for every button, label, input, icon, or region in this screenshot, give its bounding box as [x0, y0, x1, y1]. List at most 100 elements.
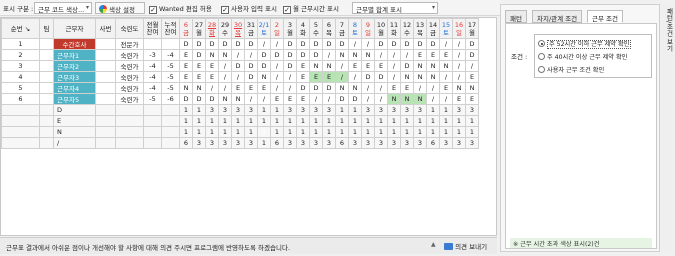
summary-cell[interactable]: 3 [244, 137, 258, 149]
summary-empty[interactable] [95, 104, 116, 116]
summary-cell[interactable]: 1 [335, 126, 349, 138]
chevron-up-icon[interactable]: ▲ [431, 241, 436, 248]
summary-cell[interactable]: 1 [218, 126, 232, 138]
shift-cell[interactable]: D [205, 38, 219, 50]
sum-select[interactable]: 근무별 합계 표시 ▾ [352, 2, 438, 14]
summary-empty[interactable] [143, 126, 162, 138]
summary-cell[interactable]: 3 [387, 137, 401, 149]
day-header[interactable]: 30 목 [231, 18, 245, 39]
summary-empty[interactable] [39, 115, 54, 127]
summary-cell[interactable]: 3 [361, 137, 375, 149]
summary-empty[interactable] [1, 126, 40, 138]
row-worker[interactable]: 근무자1 [53, 49, 96, 61]
shift-cell[interactable]: N [452, 82, 466, 94]
day-header[interactable]: 16 일 [452, 18, 466, 39]
shift-cell[interactable]: D [400, 38, 414, 50]
shift-cell[interactable]: E [296, 60, 310, 72]
shift-cell[interactable]: D [387, 38, 401, 50]
user-input-checkbox[interactable]: ✓ 사용자 입력 표시 [221, 2, 277, 14]
shift-cell[interactable]: / [218, 71, 232, 83]
summary-cell[interactable]: 1 [231, 115, 245, 127]
row-emp-no[interactable] [95, 71, 116, 83]
summary-empty[interactable] [39, 104, 54, 116]
shift-cell[interactable]: D [192, 93, 206, 105]
summary-cell[interactable]: 3 [231, 137, 245, 149]
summary-cell[interactable]: 1 [296, 126, 310, 138]
shift-cell[interactable]: E [387, 82, 401, 94]
shift-cell[interactable]: E [283, 93, 297, 105]
summary-cell[interactable]: 3 [348, 137, 362, 149]
row-seq[interactable]: 2 [1, 49, 40, 61]
summary-cell[interactable]: 3 [413, 137, 427, 149]
row-prev-carry[interactable] [143, 38, 162, 50]
day-header[interactable]: 27 월 [192, 18, 206, 39]
shift-cell[interactable]: N [400, 71, 414, 83]
summary-empty[interactable] [1, 137, 40, 149]
shift-cell[interactable]: E [179, 49, 193, 61]
day-header[interactable]: 9일 [361, 18, 375, 39]
summary-empty[interactable] [143, 104, 162, 116]
summary-cell[interactable]: 1 [205, 115, 219, 127]
shift-cell[interactable]: / [465, 60, 479, 72]
shift-cell[interactable]: / [426, 93, 440, 105]
shift-cell[interactable]: / [218, 82, 232, 94]
shift-cell[interactable]: E [439, 49, 453, 61]
shift-cell[interactable]: D [309, 82, 323, 94]
day-header[interactable]: 8토 [348, 18, 362, 39]
summary-cell[interactable]: 6 [426, 137, 440, 149]
shift-cell[interactable]: D [296, 49, 310, 61]
row-prev-carry[interactable]: -3 [143, 49, 162, 61]
shift-cell[interactable]: / [374, 82, 388, 94]
shift-cell[interactable]: / [374, 49, 388, 61]
summary-cell[interactable]: 3 [387, 104, 401, 116]
summary-cell[interactable]: 1 [452, 115, 466, 127]
col-prev-carry[interactable]: 전월 잔여 [143, 18, 162, 39]
summary-empty[interactable] [161, 137, 180, 149]
shift-cell[interactable]: / [387, 71, 401, 83]
summary-empty[interactable] [115, 126, 144, 138]
row-seq[interactable]: 1 [1, 38, 40, 50]
summary-cell[interactable]: 3 [374, 137, 388, 149]
col-worker[interactable]: 근무자 [53, 18, 96, 39]
summary-cell[interactable]: 1 [439, 115, 453, 127]
row-seq[interactable]: 3 [1, 60, 40, 72]
summary-cell[interactable]: 3 [296, 137, 310, 149]
summary-cell[interactable]: 1 [270, 104, 284, 116]
shift-cell[interactable]: / [439, 93, 453, 105]
shift-cell[interactable]: D [465, 38, 479, 50]
row-team[interactable] [39, 93, 54, 105]
shift-cell[interactable]: / [335, 71, 349, 83]
summary-cell[interactable]: 1 [387, 126, 401, 138]
row-team[interactable] [39, 82, 54, 94]
shift-cell[interactable]: D [231, 60, 245, 72]
shift-cell[interactable]: / [452, 49, 466, 61]
shift-cell[interactable]: N [439, 60, 453, 72]
shift-cell[interactable]: E [192, 60, 206, 72]
day-header[interactable]: 3월 [283, 18, 297, 39]
summary-empty[interactable] [1, 104, 40, 116]
summary-cell[interactable]: 1 [348, 126, 362, 138]
summary-cell[interactable]: 1 [413, 126, 427, 138]
summary-cell[interactable]: 3 [452, 104, 466, 116]
summary-cell[interactable]: 1 [179, 104, 193, 116]
summary-cell[interactable]: 1 [413, 115, 427, 127]
shift-cell[interactable]: / [322, 49, 336, 61]
summary-cell[interactable]: 1 [192, 126, 206, 138]
shift-cell[interactable]: D [231, 38, 245, 50]
summary-cell[interactable]: 3 [205, 137, 219, 149]
shift-cell[interactable]: D [257, 49, 271, 61]
summary-empty[interactable] [143, 137, 162, 149]
shift-cell[interactable]: D [257, 60, 271, 72]
shift-cell[interactable]: / [270, 60, 284, 72]
day-header[interactable]: 5수 [309, 18, 323, 39]
summary-empty[interactable] [115, 104, 144, 116]
row-cum-carry[interactable]: -5 [161, 71, 180, 83]
summary-cell[interactable]: 1 [179, 126, 193, 138]
shift-cell[interactable]: D [309, 38, 323, 50]
summary-cell[interactable]: 3 [283, 137, 297, 149]
shift-cell[interactable]: E [465, 93, 479, 105]
row-prev-carry[interactable]: -5 [143, 93, 162, 105]
shift-cell[interactable]: D [296, 38, 310, 50]
summary-cell[interactable]: 1 [426, 104, 440, 116]
summary-cell[interactable]: 6 [270, 137, 284, 149]
